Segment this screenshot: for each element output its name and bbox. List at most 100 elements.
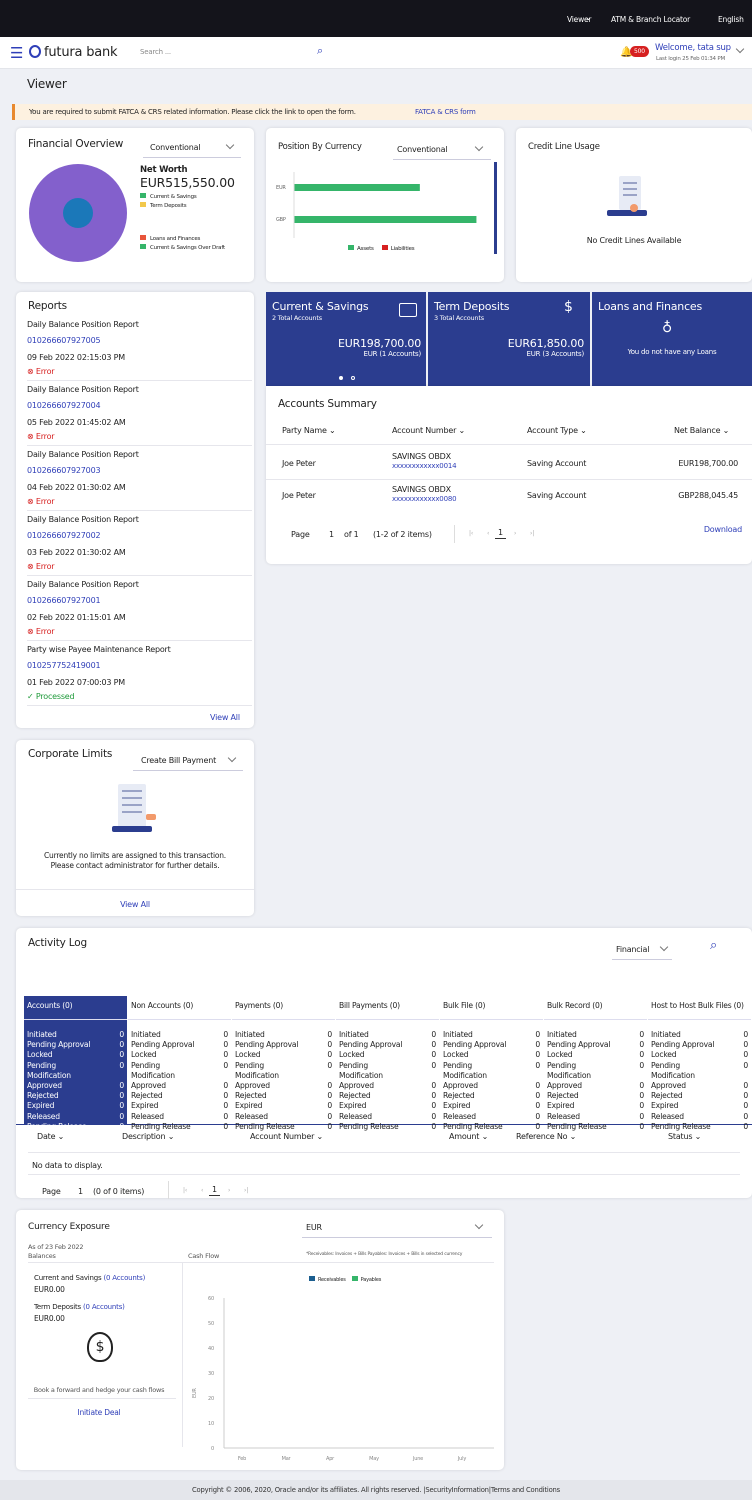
fatca-form-link[interactable]: FATCA & CRS form bbox=[415, 108, 476, 116]
app-header: ☰ futura bank Search ... ⌕ 🔔 500 Welcome… bbox=[0, 37, 752, 69]
cs-accounts-link[interactable]: (0 Accounts) bbox=[104, 1274, 146, 1282]
report-date: 01 Feb 2022 07:00:03 PM bbox=[27, 678, 125, 687]
status-row: Modification bbox=[651, 1070, 695, 1080]
activity-tab-6[interactable]: Host to Host Bulk Files (0) Initiated 0 Pen… bbox=[648, 996, 751, 1131]
pagination-page-number[interactable]: 1 bbox=[329, 530, 334, 539]
money-bag-icon: $ bbox=[564, 299, 573, 315]
account-number-link[interactable]: xxxxxxxxxxxx0014 bbox=[392, 462, 457, 470]
account-number-link[interactable]: xxxxxxxxxxxx0080 bbox=[392, 495, 457, 503]
empty-message-1: Currently no limits are assigned to this… bbox=[43, 851, 226, 860]
td-accounts-link[interactable]: (0 Accounts) bbox=[83, 1303, 125, 1311]
card-title: Position By Currency bbox=[278, 142, 362, 152]
status-row: Pending 0 bbox=[131, 1060, 228, 1070]
carousel-dot[interactable] bbox=[339, 376, 343, 380]
language-menu[interactable]: English bbox=[718, 15, 744, 24]
download-link[interactable]: Download bbox=[704, 525, 742, 534]
column-header-date[interactable]: Date ⌄ bbox=[37, 1132, 64, 1141]
activity-tab-4[interactable]: Bulk File (0) Initiated 0 Pending Approval 0… bbox=[440, 996, 543, 1131]
hamburger-menu-icon[interactable]: ☰ bbox=[10, 44, 23, 62]
atm-branch-link[interactable]: ATM & Branch Locator bbox=[611, 15, 690, 24]
net-balance: GBP288,045.45 bbox=[678, 491, 738, 500]
report-id-link[interactable]: 010266607927002 bbox=[27, 531, 101, 540]
tab-label[interactable]: Accounts (0) bbox=[24, 996, 127, 1020]
report-id-link[interactable]: 010266607927003 bbox=[27, 466, 101, 475]
first-page-icon[interactable]: |‹ bbox=[183, 1187, 187, 1194]
column-header-account-type[interactable]: Account Type ⌄ bbox=[527, 426, 587, 435]
report-id-link[interactable]: 010257752419001 bbox=[27, 661, 101, 670]
next-page-icon[interactable]: › bbox=[514, 530, 516, 537]
search-icon[interactable]: ⌕ bbox=[710, 938, 717, 953]
status-row: Locked 0 bbox=[339, 1050, 436, 1060]
activity-tab-3[interactable]: Bill Payments (0) Initiated 0 Pending Appro… bbox=[336, 996, 439, 1131]
activity-tab-5[interactable]: Bulk Record (0) Initiated 0 Pending Approva… bbox=[544, 996, 647, 1131]
column-header-reference[interactable]: Reference No ⌄ bbox=[516, 1132, 576, 1141]
wallet-icon bbox=[399, 303, 417, 317]
y-tick-label: 10 bbox=[208, 1421, 214, 1427]
pagination-page-number[interactable]: 1 bbox=[78, 1187, 83, 1196]
last-page-icon[interactable]: ›| bbox=[244, 1187, 248, 1194]
report-id-link[interactable]: 010266607927004 bbox=[27, 401, 101, 410]
current-page[interactable]: 1 bbox=[209, 1184, 220, 1196]
report-id-link[interactable]: 010266607927005 bbox=[27, 336, 101, 345]
column-header-status[interactable]: Status ⌄ bbox=[668, 1132, 701, 1141]
status-row: Pending 0 bbox=[235, 1060, 332, 1070]
column-header-net-balance[interactable]: Net Balance ⌄ bbox=[674, 426, 729, 435]
check-circle-icon: ✓ bbox=[27, 692, 34, 701]
status-row: Modification bbox=[547, 1070, 591, 1080]
current-savings-tile[interactable]: Current & Savings 2 Total Accounts EUR19… bbox=[266, 292, 426, 386]
tab-label[interactable]: Host to Host Bulk Files (0) bbox=[648, 996, 751, 1020]
search-input[interactable]: Search ... bbox=[140, 48, 330, 62]
view-all-link[interactable]: View All bbox=[16, 900, 254, 909]
column-header-account-number[interactable]: Account Number ⌄ bbox=[392, 426, 465, 435]
initiate-deal-link[interactable]: Initiate Deal bbox=[16, 1408, 182, 1417]
report-date: 03 Feb 2022 01:30:02 AM bbox=[27, 548, 126, 557]
status-row: Pending Release 0 bbox=[547, 1121, 644, 1131]
chevron-down-icon[interactable] bbox=[735, 44, 745, 54]
tab-label[interactable]: Payments (0) bbox=[232, 996, 335, 1020]
as-of-date: As of 23 Feb 2022 bbox=[28, 1243, 84, 1251]
chevron-down-icon[interactable]: ⌄ bbox=[585, 13, 592, 22]
position-bar-chart: EUR GBP bbox=[276, 172, 477, 238]
scrollbar[interactable] bbox=[494, 162, 497, 254]
error-circle-icon: ⊗ bbox=[27, 562, 34, 571]
welcome-text[interactable]: Welcome, tata sup bbox=[655, 43, 731, 53]
activity-tab-0[interactable]: Accounts (0) Initiated 0 Pending Approval 0 L… bbox=[24, 996, 127, 1131]
column-header-party-name[interactable]: Party Name ⌄ bbox=[282, 426, 336, 435]
activity-tab-2[interactable]: Payments (0) Initiated 0 Pending Approval 0 L… bbox=[232, 996, 335, 1131]
tab-label[interactable]: Non Accounts (0) bbox=[128, 996, 231, 1020]
tab-label[interactable]: Bulk File (0) bbox=[440, 996, 543, 1020]
transaction-dropdown[interactable]: Create Bill Payment bbox=[133, 753, 243, 771]
currency-dropdown[interactable]: EUR bbox=[302, 1220, 492, 1238]
error-circle-icon: ⊗ bbox=[27, 497, 34, 506]
report-id-link[interactable]: 010266607927001 bbox=[27, 596, 101, 605]
loans-finances-tile[interactable]: Loans and Finances ♁ You do not have any… bbox=[592, 292, 752, 386]
tile-subtitle: 2 Total Accounts bbox=[272, 314, 322, 322]
cash-flow-label: Cash Flow bbox=[188, 1252, 220, 1260]
view-all-link[interactable]: View All bbox=[210, 713, 240, 722]
top-bar: Viewer ⌄ ATM & Branch Locator English bbox=[0, 0, 752, 37]
status-row: Locked 0 bbox=[443, 1050, 540, 1060]
prev-page-icon[interactable]: ‹ bbox=[487, 530, 489, 537]
column-header-account-number[interactable]: Account Number ⌄ bbox=[250, 1132, 323, 1141]
carousel-dot[interactable] bbox=[351, 376, 355, 380]
status-row: Pending 0 bbox=[339, 1060, 436, 1070]
next-page-icon[interactable]: › bbox=[228, 1187, 230, 1194]
notification-badge[interactable]: 500 bbox=[630, 46, 649, 57]
column-header-description[interactable]: Description ⌄ bbox=[122, 1132, 174, 1141]
column-header-amount[interactable]: Amount ⌄ bbox=[449, 1132, 488, 1141]
status-row: Released 0 bbox=[651, 1111, 748, 1121]
first-page-icon[interactable]: |‹ bbox=[469, 530, 473, 537]
search-icon[interactable]: ⌕ bbox=[317, 44, 323, 58]
last-page-icon[interactable]: ›| bbox=[530, 530, 534, 537]
prev-page-icon[interactable]: ‹ bbox=[201, 1187, 203, 1194]
term-deposits-tile[interactable]: Term Deposits 3 Total Accounts $ EUR61,8… bbox=[428, 292, 590, 386]
status-row: Approved 0 bbox=[651, 1081, 748, 1090]
report-name: Daily Balance Position Report bbox=[27, 320, 139, 329]
tab-label[interactable]: Bill Payments (0) bbox=[336, 996, 439, 1020]
status-row: Pending Approval 0 bbox=[651, 1040, 748, 1050]
empty-document-icon bbox=[112, 784, 156, 832]
current-page[interactable]: 1 bbox=[495, 527, 506, 539]
tab-label[interactable]: Bulk Record (0) bbox=[544, 996, 647, 1020]
loan-hand-icon: ♁ bbox=[662, 320, 673, 336]
activity-tab-1[interactable]: Non Accounts (0) Initiated 0 Pending Approv… bbox=[128, 996, 231, 1131]
